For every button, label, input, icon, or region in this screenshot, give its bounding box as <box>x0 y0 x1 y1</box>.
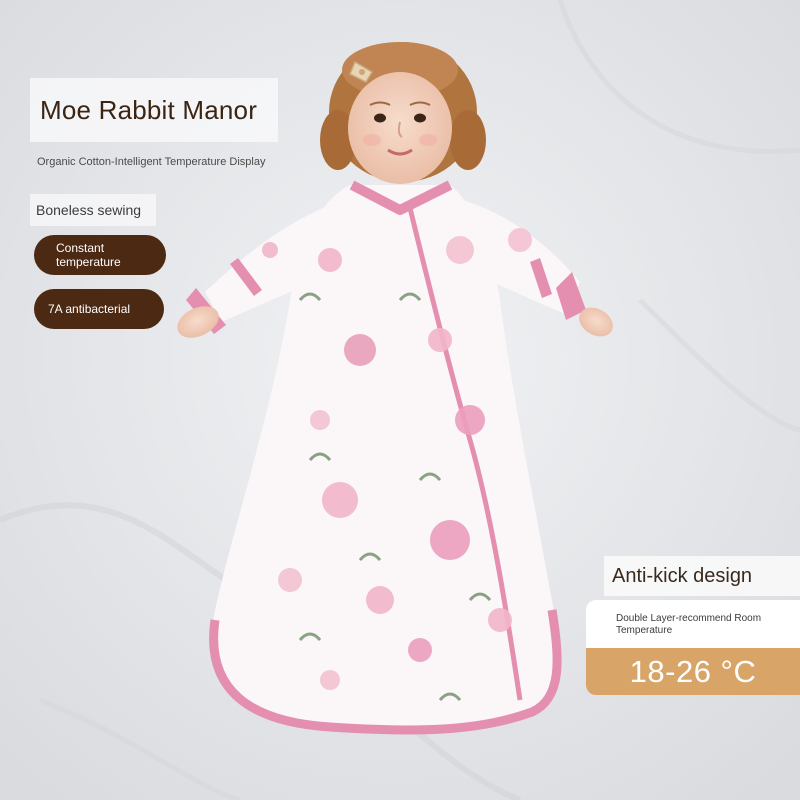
eye <box>374 113 386 123</box>
cheek <box>419 134 437 146</box>
brand-title-card: Moe Rabbit Manor <box>30 78 278 142</box>
brand-title: Moe Rabbit Manor <box>40 94 258 125</box>
feature-boneless-sewing: Boneless sewing <box>30 194 156 226</box>
temperature-note: Double Layer-recommend Room Temperature <box>616 613 762 636</box>
cheek <box>363 134 381 146</box>
temperature-card: Double Layer-recommend Room Temperature … <box>586 600 800 695</box>
feature-constant-temperature: Constant temperature <box>34 235 166 275</box>
product-subtitle: Organic Cotton-Intelligent Temperature D… <box>37 156 266 168</box>
eye <box>414 113 426 123</box>
face <box>348 72 452 184</box>
temperature-range: 18-26 °C <box>586 648 800 695</box>
feature-7a-antibacterial: 7A antibacterial <box>34 289 164 329</box>
hair-curl <box>450 110 486 170</box>
anti-kick-label: Anti-kick design <box>604 556 800 596</box>
